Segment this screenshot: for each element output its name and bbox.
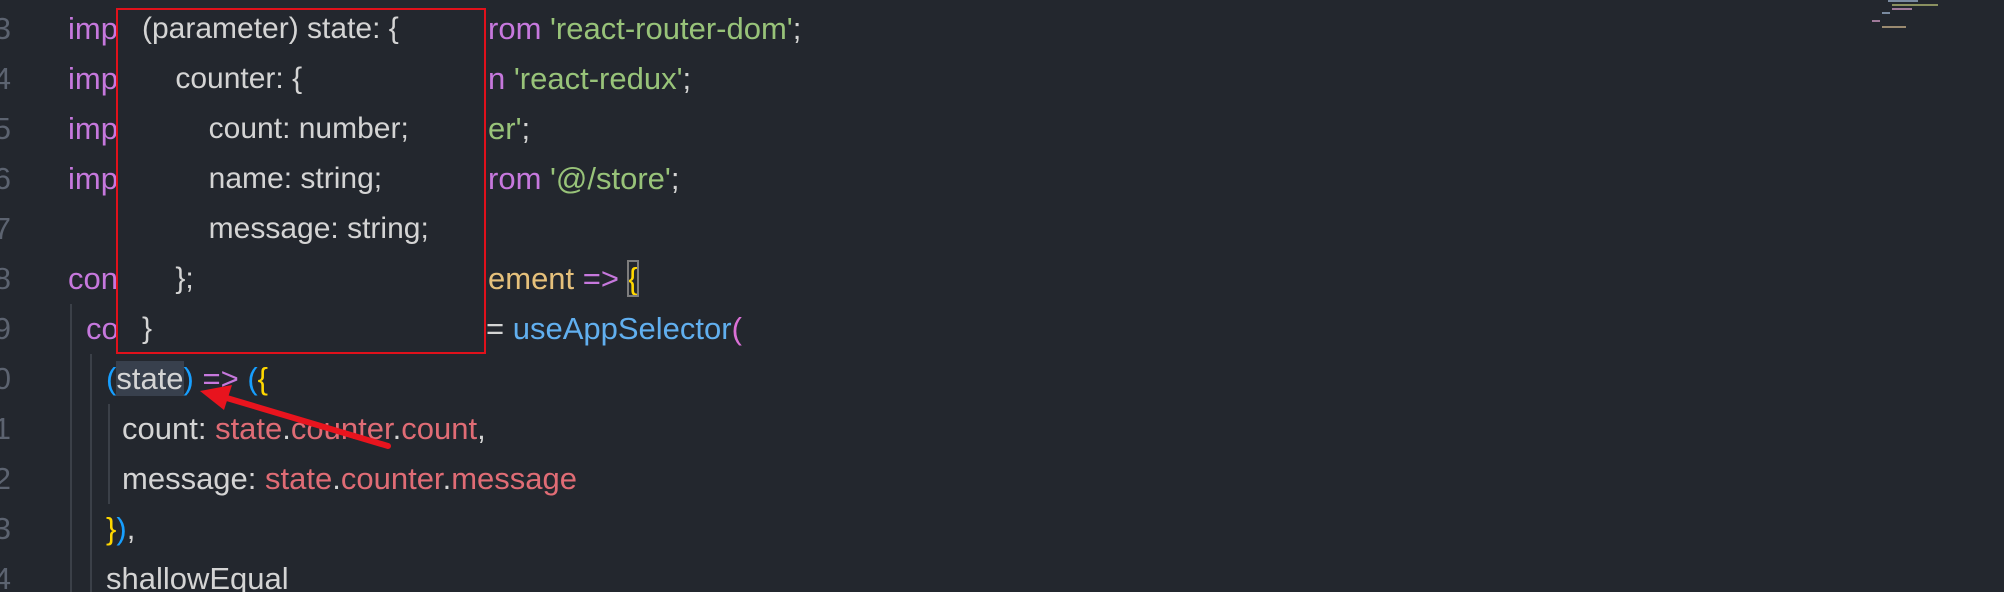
- tooltip-line: counter: {: [142, 62, 303, 95]
- parameter-token[interactable]: state: [116, 361, 184, 396]
- code-line[interactable]: shallowEqual: [106, 554, 289, 592]
- keyword-token: imp: [68, 11, 118, 46]
- keyword-token: imp: [68, 61, 118, 96]
- function-token: useAppSelector: [512, 311, 732, 346]
- indent-guide: [70, 304, 72, 592]
- tooltip-line: }: [142, 312, 153, 345]
- minimap[interactable]: [1860, 0, 1960, 40]
- line-number: 2: [0, 461, 11, 496]
- keyword-token: imp: [68, 111, 118, 146]
- property-token: counter: [340, 461, 443, 496]
- line-number: 3: [0, 511, 11, 546]
- punctuation-token: .: [442, 461, 452, 496]
- code-line[interactable]: con: [68, 254, 118, 304]
- code-line[interactable]: (state) => ({: [106, 354, 268, 404]
- keyword-token: rom: [488, 161, 550, 196]
- minimap-line: [1892, 8, 1912, 10]
- code-editor[interactable]: 3 4 5 6 7 8 9 0 1 2 3 4 imp rom 'react-r…: [0, 0, 2004, 592]
- code-line[interactable]: rom '@/store';: [488, 154, 679, 204]
- tooltip-line: };: [142, 262, 194, 295]
- operator-token: =: [486, 311, 513, 346]
- string-token: 'react-router-dom': [550, 11, 793, 46]
- bracket-token: (: [731, 311, 742, 346]
- minimap-line: [1872, 20, 1880, 22]
- punctuation-token: .: [282, 411, 291, 446]
- code-line[interactable]: count: state.counter.count,: [122, 404, 486, 454]
- code-line[interactable]: imp: [68, 54, 118, 104]
- code-line[interactable]: = useAppSelector(: [486, 304, 742, 354]
- string-token: er': [488, 111, 522, 146]
- tooltip-line: name: string;: [142, 162, 383, 195]
- line-number: 4: [0, 61, 11, 96]
- keyword-token: co: [86, 311, 119, 346]
- code-line[interactable]: rom 'react-router-dom';: [488, 4, 801, 54]
- punctuation-token: .: [332, 461, 341, 496]
- tooltip-line: count: number;: [142, 112, 409, 145]
- keyword-token: rom: [488, 11, 550, 46]
- string-token: '@/store': [550, 161, 671, 196]
- keyword-token: imp: [68, 161, 118, 196]
- bracket-token: {: [257, 361, 268, 396]
- indent-guide: [108, 404, 110, 504]
- string-token: 'react-redux': [513, 61, 683, 96]
- line-number: 5: [0, 111, 11, 146]
- line-number-gutter: 3 4 5 6 7 8 9 0 1 2 3 4: [0, 0, 40, 592]
- indent-guide: [90, 354, 92, 592]
- property-token: count: [401, 411, 478, 446]
- keyword-token: con: [68, 261, 118, 296]
- code-line[interactable]: }),: [106, 504, 135, 554]
- bracket-token: }: [106, 511, 117, 546]
- minimap-line: [1892, 4, 1938, 6]
- type-token: ement: [488, 261, 575, 296]
- code-line[interactable]: er';: [488, 104, 530, 154]
- line-number: 9: [0, 311, 11, 346]
- variable-token: state: [215, 411, 283, 446]
- bracket-token: (: [106, 361, 117, 396]
- bracket-token: (: [247, 361, 258, 396]
- line-number: 1: [0, 411, 11, 446]
- line-number: 6: [0, 161, 11, 196]
- line-number: 4: [0, 561, 11, 592]
- code-line[interactable]: imp: [68, 154, 118, 204]
- matched-bracket: {: [626, 260, 640, 297]
- code-line[interactable]: imp: [68, 4, 118, 54]
- property-token: message: [451, 461, 577, 496]
- code-line[interactable]: message: state.counter.message: [122, 454, 577, 504]
- line-number: 7: [0, 211, 11, 246]
- keyword-token: n: [488, 61, 514, 96]
- minimap-line: [1888, 0, 1918, 2]
- operator-token: =>: [193, 361, 248, 396]
- property-key-token: count:: [122, 411, 216, 446]
- line-number: 8: [0, 261, 11, 296]
- punctuation-token: ;: [670, 161, 680, 196]
- code-line[interactable]: imp: [68, 104, 118, 154]
- tooltip-line: (parameter) state: {: [142, 12, 399, 45]
- minimap-line: [1882, 26, 1906, 28]
- punctuation-token: ,: [477, 411, 486, 446]
- code-line[interactable]: co: [86, 304, 119, 354]
- tooltip-line: message: string;: [142, 212, 429, 245]
- variable-token: state: [265, 461, 333, 496]
- punctuation-token: ;: [682, 61, 692, 96]
- identifier-token: shallowEqual: [106, 561, 289, 592]
- line-number: 0: [0, 361, 11, 396]
- hover-type-tooltip: (parameter) state: { counter: { count: n…: [116, 8, 486, 354]
- operator-token: =>: [574, 261, 628, 296]
- punctuation-token: ;: [792, 11, 802, 46]
- bracket-token: ): [116, 511, 127, 546]
- line-number: 3: [0, 11, 11, 46]
- bracket-token: ): [183, 361, 194, 396]
- minimap-line: [1882, 12, 1890, 14]
- punctuation-token: ;: [521, 111, 531, 146]
- punctuation-token: .: [392, 411, 402, 446]
- punctuation-token: ,: [126, 511, 136, 546]
- code-line[interactable]: ement => {: [488, 254, 640, 304]
- property-key-token: message:: [122, 461, 266, 496]
- code-line[interactable]: n 'react-redux';: [488, 54, 691, 104]
- property-token: counter: [290, 411, 393, 446]
